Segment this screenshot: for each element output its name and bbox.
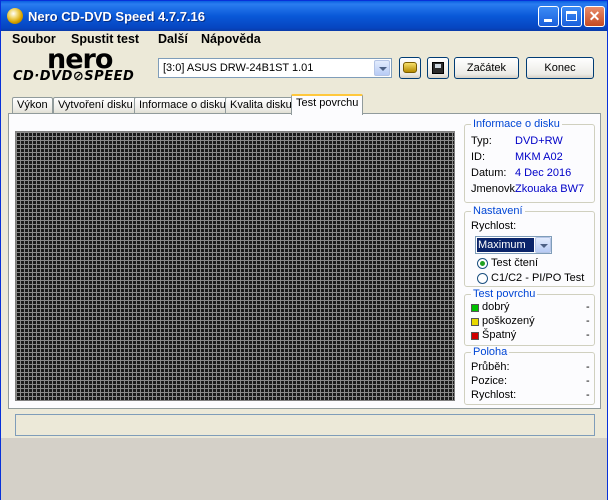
minimize-button[interactable] <box>538 6 559 27</box>
tab-vytvoreni-disku[interactable]: Vytvoření disku <box>53 97 138 114</box>
disc-label-label: Jmenovk <box>471 183 516 195</box>
save-button[interactable] <box>427 57 449 79</box>
progress-bar <box>15 414 595 436</box>
legend-good-value: - <box>586 301 590 313</box>
maximize-icon <box>566 11 577 21</box>
tab-kvalita-disku[interactable]: Kvalita disku <box>225 97 297 114</box>
chevron-down-icon[interactable] <box>535 237 551 253</box>
disc-type-value: DVD+RW <box>515 135 563 147</box>
progress-value: - <box>586 361 590 373</box>
maximize-button[interactable] <box>561 6 582 27</box>
drive-select[interactable]: [3:0] ASUS DRW-24B1ST 1.01 <box>158 58 392 78</box>
close-button[interactable]: ✕ <box>584 6 605 27</box>
legend-damaged-value: - <box>586 315 590 327</box>
group-title: Poloha <box>471 346 510 358</box>
bad-swatch <box>471 332 479 340</box>
position-group: Poloha Průběh: - Pozice: - Rychlost: - <box>464 346 595 405</box>
disc-id-label: ID: <box>471 151 486 163</box>
settings-group: Nastavení Rychlost: Maximum Test čtení C… <box>464 205 595 287</box>
menu-dalsi[interactable]: Další <box>158 32 188 46</box>
chevron-down-icon[interactable] <box>374 60 390 76</box>
legend-bad-label: Špatný <box>482 329 517 341</box>
legend-bad-value: - <box>586 329 590 341</box>
close-icon: ✕ <box>588 8 601 24</box>
c1c2-test-radio[interactable] <box>477 273 488 284</box>
window-title: Nero CD-DVD Speed 4.7.7.16 <box>28 9 206 24</box>
disc-id-value: MKM A02 <box>515 151 563 163</box>
legend-damaged-label: poškozený <box>482 315 535 327</box>
disc-info-group: Informace o disku Typ: DVD+RW ID: MKM A0… <box>464 118 595 203</box>
group-title: Test povrchu <box>471 288 538 300</box>
minimize-icon <box>544 19 552 22</box>
menu-napoveda[interactable]: Nápověda <box>201 32 261 46</box>
refresh-drive-button[interactable] <box>399 57 421 79</box>
surface-scan-grid <box>15 131 455 401</box>
legend-good-label: dobrý <box>482 301 510 313</box>
speed-select[interactable]: Maximum <box>475 236 552 254</box>
cd-dvd-speed-logo: CD·DVD⊘SPEED <box>13 69 135 84</box>
title-bar[interactable]: Nero CD-DVD Speed 4.7.7.16 ✕ <box>1 1 607 31</box>
speed-label: Rychlost: <box>471 220 517 232</box>
disc-date-value: 4 Dec 2016 <box>515 167 572 179</box>
tab-vykon[interactable]: Výkon <box>12 97 53 114</box>
disc-label-value: Zkouaka BW7 <box>515 183 585 195</box>
read-test-radio[interactable] <box>477 258 488 269</box>
progress-label: Průběh: <box>471 361 510 373</box>
tab-test-povrchu[interactable]: Test povrchu <box>291 94 364 115</box>
position-value: - <box>586 375 590 387</box>
group-title: Informace o disku <box>471 118 562 130</box>
start-button[interactable]: Začátek <box>454 57 519 79</box>
drive-select-value: [3:0] ASUS DRW-24B1ST 1.01 <box>163 62 314 74</box>
read-test-label[interactable]: Test čtení <box>491 257 538 269</box>
group-title: Nastavení <box>471 205 525 217</box>
speed-readout-label: Rychlost: <box>471 389 517 401</box>
good-swatch <box>471 304 479 312</box>
floppy-disk-icon <box>432 62 444 74</box>
speed-readout-value: - <box>586 389 590 401</box>
c1c2-test-label[interactable]: C1/C2 - PI/PO Test <box>491 272 584 284</box>
tab-informace-o-disku[interactable]: Informace o disku <box>134 97 231 114</box>
disc-type-label: Typ: <box>471 135 492 147</box>
refresh-icon <box>403 62 417 73</box>
damaged-swatch <box>471 318 479 326</box>
disc-date-label: Datum: <box>471 167 507 179</box>
app-window: Nero CD-DVD Speed 4.7.7.16 ✕ Soubor Spus… <box>0 0 608 500</box>
bottom-panel <box>1 438 607 500</box>
nero-disc-icon <box>7 8 23 24</box>
exit-button[interactable]: Konec <box>526 57 594 79</box>
position-label: Pozice: <box>471 375 508 387</box>
speed-select-value: Maximum <box>477 238 534 252</box>
surface-legend-group: Test povrchu dobrý - poškozený - Špatný … <box>464 288 595 346</box>
